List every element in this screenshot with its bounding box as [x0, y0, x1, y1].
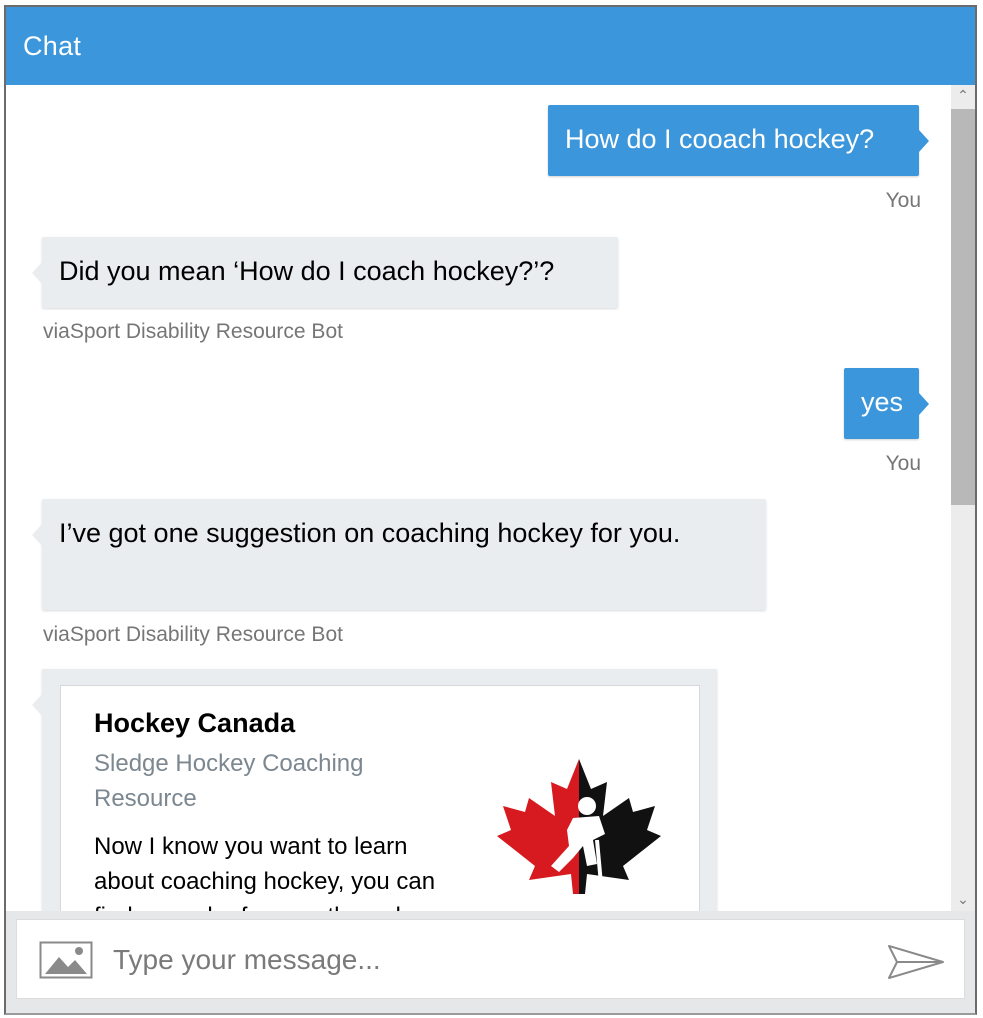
- hockey-canada-logo-icon: [497, 759, 661, 894]
- user-message-bubble: yes: [844, 368, 929, 439]
- message-text: yes: [861, 387, 904, 417]
- scroll-up-icon[interactable]: ⌃: [951, 85, 975, 107]
- chat-title: Chat: [23, 31, 82, 61]
- message-composer: [16, 919, 965, 999]
- card-title: Hockey Canada: [94, 708, 296, 738]
- message-sender: viaSport Disability Resource Bot: [43, 320, 343, 343]
- message-text: I’ve got one suggestion on coaching hock…: [59, 518, 681, 548]
- send-arrow-icon[interactable]: [887, 944, 945, 980]
- card-subtitle: Sledge Hockey Coaching Resource: [94, 750, 364, 812]
- scroll-down-icon[interactable]: ⌄: [951, 889, 975, 911]
- bot-message-bubble: I’ve got one suggestion on coaching hock…: [32, 499, 766, 610]
- bot-card-bubble: Hockey Canada Sledge Hockey Coaching Res…: [32, 669, 717, 911]
- chat-window: Chat How do I cooach hockey? You Did you…: [4, 5, 977, 1015]
- message-text: Did you mean ‘How do I coach hockey?’?: [59, 256, 555, 286]
- message-sender: viaSport Disability Resource Bot: [43, 623, 343, 646]
- bot-message-bubble: Did you mean ‘How do I coach hockey?’?: [32, 237, 618, 308]
- user-message-bubble: How do I cooach hockey?: [548, 105, 929, 176]
- hero-card[interactable]: Hockey Canada Sledge Hockey Coaching Res…: [60, 685, 700, 911]
- history-scrollbar[interactable]: ⌃ ⌄: [951, 85, 975, 911]
- message-sender: You: [885, 189, 921, 212]
- message-sender: You: [885, 452, 921, 475]
- chat-header: Chat: [6, 7, 975, 85]
- image-upload-icon[interactable]: [39, 941, 93, 979]
- message-history[interactable]: How do I cooach hockey? You Did you mean…: [6, 85, 951, 911]
- message-input[interactable]: [113, 936, 853, 984]
- message-text: How do I cooach hockey?: [565, 124, 875, 154]
- card-text: Now I know you want to learn about coach…: [94, 833, 436, 911]
- scroll-thumb[interactable]: [951, 109, 975, 505]
